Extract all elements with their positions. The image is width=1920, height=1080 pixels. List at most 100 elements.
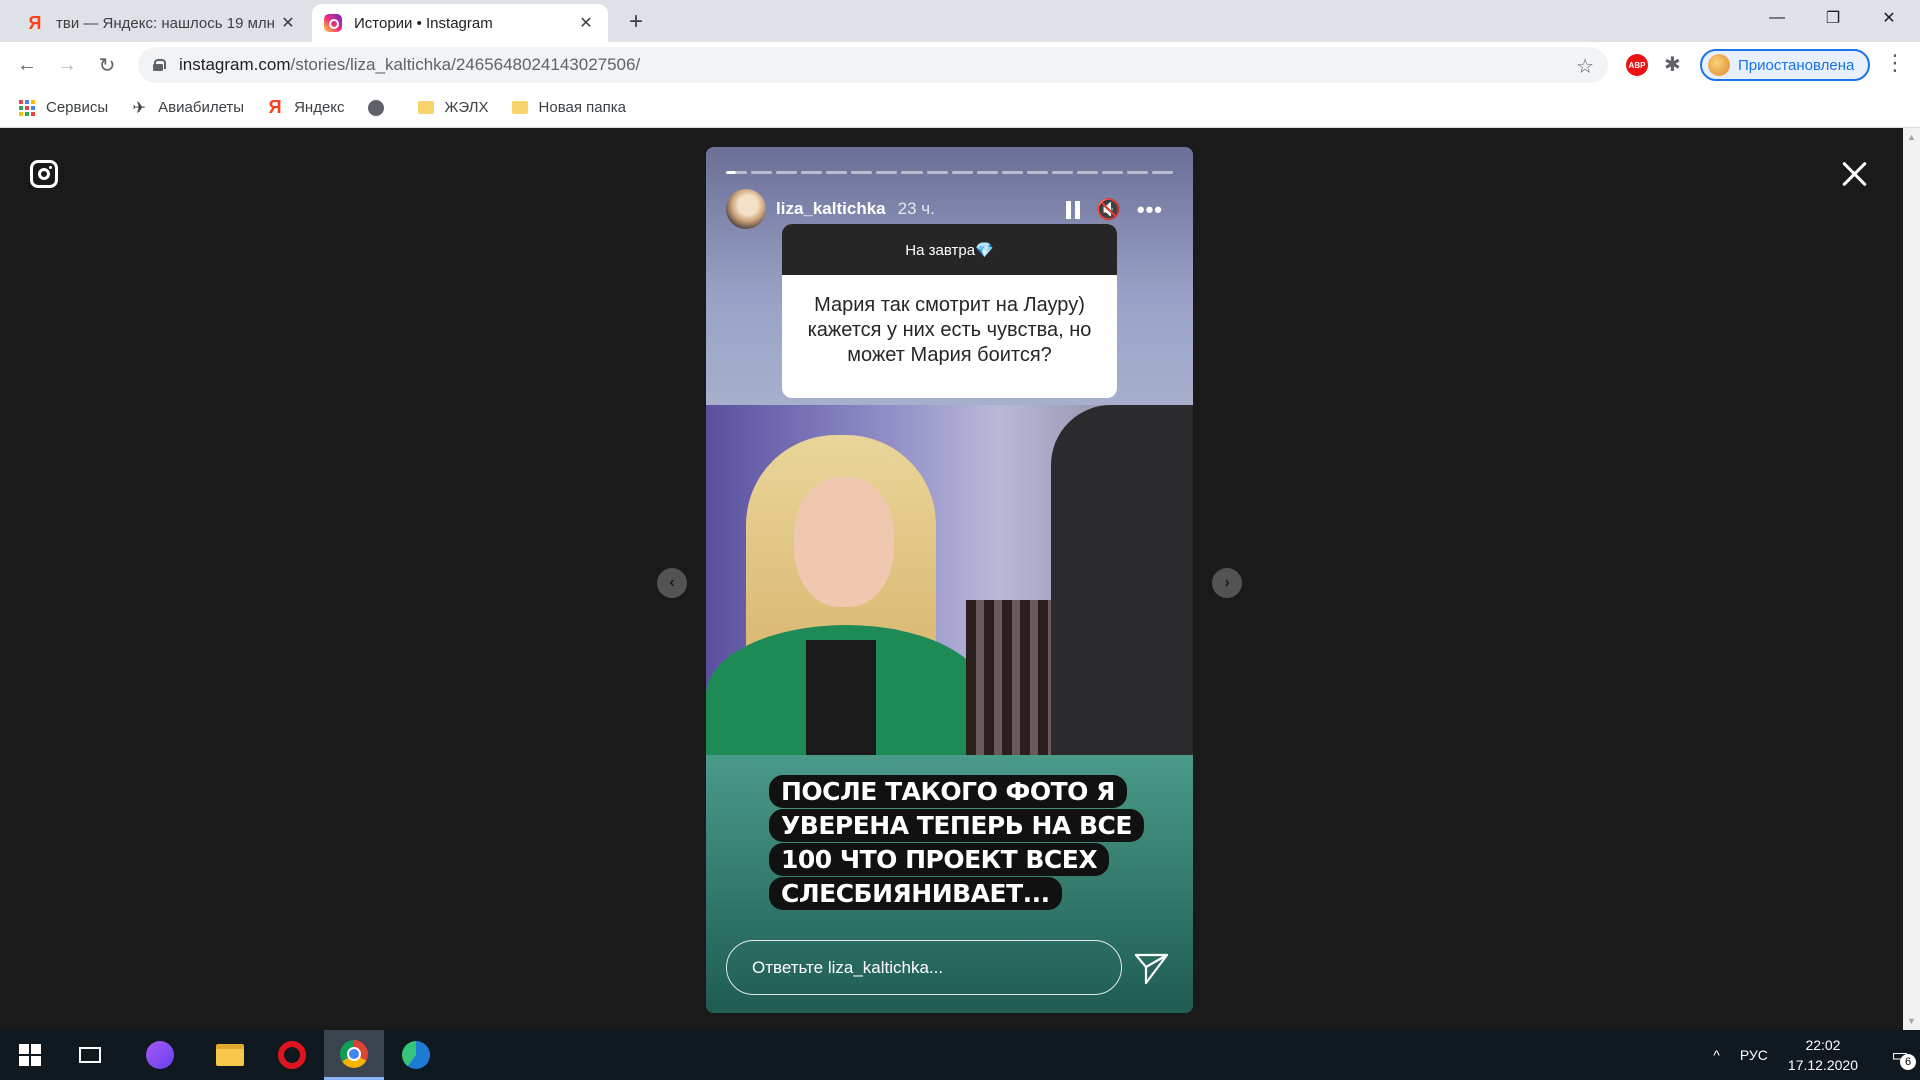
bookmark-star-icon[interactable]: ☆ <box>1576 54 1594 79</box>
progress-segment <box>726 171 748 174</box>
question-sticker: На завтра💎 Мария так смотрит на Лауру) к… <box>782 224 1117 398</box>
new-tab-button[interactable]: + <box>622 8 650 36</box>
bookmark-label: Новая папка <box>538 99 626 116</box>
chrome-icon <box>340 1039 368 1068</box>
bookmark-globe[interactable] <box>367 99 395 117</box>
bookmark-zhelh[interactable]: ЖЭЛХ <box>417 99 489 117</box>
folder-icon <box>511 99 529 117</box>
tab-bar: Я тви — Яндекс: нашлось 19 млн ✕ Истории… <box>0 0 1920 42</box>
bookmark-label: Сервисы <box>46 99 109 116</box>
tab-yandex-search[interactable]: Я тви — Яндекс: нашлось 19 млн ✕ <box>14 4 310 42</box>
progress-segment <box>1101 171 1123 174</box>
edge-icon <box>402 1041 430 1069</box>
page-scrollbar[interactable]: ▲ ▼ <box>1903 128 1920 1030</box>
lock-icon[interactable] <box>153 59 166 71</box>
address-bar[interactable]: instagram.com/stories/liza_kaltichka/246… <box>138 47 1608 83</box>
folder-icon <box>417 99 435 117</box>
progress-segment <box>1001 171 1023 174</box>
progress-segment <box>826 171 848 174</box>
progress-segment <box>901 171 923 174</box>
bookmark-aviabilety[interactable]: ✈ Авиабилеты <box>130 99 244 117</box>
progress-segment <box>776 171 798 174</box>
url-text[interactable]: instagram.com/stories/liza_kaltichka/246… <box>179 55 640 75</box>
adblock-extension-icon[interactable]: ABP <box>1626 54 1648 76</box>
progress-segment <box>926 171 948 174</box>
progress-segment <box>1051 171 1073 174</box>
taskbar-alice[interactable] <box>130 1030 190 1080</box>
scroll-down-icon[interactable]: ▼ <box>1907 1016 1916 1026</box>
profile-avatar <box>1708 54 1730 76</box>
close-stories-icon[interactable] <box>1838 158 1870 190</box>
task-view-icon <box>79 1047 101 1063</box>
taskbar-opera[interactable] <box>262 1030 322 1080</box>
extensions-puzzle-icon[interactable]: ✱ <box>1664 52 1681 77</box>
story-header: liza_kaltichka 23 ч. 🔇 ••• <box>726 189 1173 229</box>
action-center-button[interactable]: ▭ 6 <box>1880 1030 1920 1080</box>
reply-input[interactable]: Ответьте liza_kaltichka... <box>726 940 1122 995</box>
question-sticker-header: На завтра💎 <box>782 224 1117 275</box>
apps-grid-icon <box>18 99 36 117</box>
next-story-button[interactable]: › <box>1212 568 1242 598</box>
bookmark-services[interactable]: Сервисы <box>18 99 108 117</box>
bookmark-label: Авиабилеты <box>158 99 245 116</box>
plane-icon: ✈ <box>132 99 146 117</box>
profile-button[interactable]: Приостановлена <box>1700 49 1870 81</box>
windows-logo-icon <box>19 1044 41 1066</box>
tab-close-icon[interactable]: ✕ <box>576 13 596 33</box>
clock[interactable]: 22:02 17.12.2020 <box>1788 1035 1858 1075</box>
clock-time: 22:02 <box>1805 1037 1841 1053</box>
scroll-up-icon[interactable]: ▲ <box>1907 132 1916 142</box>
show-hidden-icons-chevron-icon[interactable]: ^ <box>1713 1047 1720 1063</box>
previous-story-button[interactable]: ‹ <box>657 568 687 598</box>
back-button[interactable]: ← <box>12 50 42 80</box>
progress-segment <box>801 171 823 174</box>
more-options-icon[interactable]: ••• <box>1137 198 1163 221</box>
notification-count-badge: 6 <box>1900 1054 1916 1070</box>
pause-icon[interactable] <box>1065 200 1080 219</box>
tab-title: Истории • Instagram <box>354 14 493 32</box>
instagram-favicon-icon <box>324 14 342 32</box>
start-button[interactable] <box>0 1030 60 1080</box>
story-timestamp: 23 ч. <box>897 199 935 218</box>
bookmark-label: ЖЭЛХ <box>444 99 489 116</box>
mute-icon[interactable]: 🔇 <box>1096 197 1121 222</box>
taskbar-file-explorer[interactable] <box>200 1030 260 1080</box>
task-view-button[interactable] <box>60 1030 120 1080</box>
minimize-button[interactable]: — <box>1750 0 1804 36</box>
yandex-icon: Я <box>268 97 282 117</box>
progress-segment <box>1152 171 1174 174</box>
progress-segment <box>976 171 998 174</box>
windows-taskbar: ^ РУС 22:02 17.12.2020 ▭ 6 <box>0 1030 1920 1080</box>
tab-instagram-stories[interactable]: Истории • Instagram ✕ <box>312 4 608 42</box>
taskbar-chrome[interactable] <box>324 1030 384 1080</box>
story-username[interactable]: liza_kaltichka <box>776 199 886 219</box>
browser-menu-icon[interactable]: ⋮ <box>1884 52 1906 74</box>
bookmark-new-folder[interactable]: Новая папка <box>511 99 626 117</box>
tab-close-icon[interactable]: ✕ <box>278 13 298 33</box>
yandex-favicon-icon: Я <box>28 12 42 33</box>
progress-segment <box>851 171 873 174</box>
bookmark-yandex[interactable]: Я Яндекс <box>266 97 345 117</box>
send-direct-icon[interactable] <box>1131 947 1171 987</box>
clock-date: 17.12.2020 <box>1787 1057 1858 1073</box>
browser-toolbar: ← → ↻ instagram.com/stories/liza_kaltich… <box>0 42 1920 88</box>
tab-title: тви — Яндекс: нашлось 19 млн <box>56 14 275 32</box>
taskbar-edge[interactable] <box>386 1030 446 1080</box>
story-card[interactable]: liza_kaltichka 23 ч. 🔇 ••• На завтра💎 Ма… <box>706 147 1193 1013</box>
maximize-button[interactable]: ❐ <box>1806 0 1860 36</box>
progress-segment <box>876 171 898 174</box>
reload-button[interactable]: ↻ <box>92 50 122 80</box>
story-caption-text: ПОСЛЕ ТАКОГО ФОТО Я УВЕРЕНА ТЕПЕРЬ НА ВС… <box>769 775 1144 910</box>
system-tray: ^ РУС 22:02 17.12.2020 ▭ 6 <box>1713 1030 1920 1080</box>
language-indicator[interactable]: РУС <box>1740 1047 1768 1063</box>
forward-button[interactable]: → <box>52 50 82 80</box>
bookmark-label: Яндекс <box>294 99 345 116</box>
question-sticker-text: Мария так смотрит на Лауру) кажется у ни… <box>807 294 1092 366</box>
file-explorer-icon <box>216 1044 244 1066</box>
story-progress-bar <box>726 171 1174 174</box>
globe-icon <box>367 99 385 117</box>
user-avatar[interactable] <box>726 189 766 229</box>
story-caption: ПОСЛЕ ТАКОГО ФОТО Я УВЕРЕНА ТЕПЕРЬ НА ВС… <box>769 775 1144 911</box>
close-window-button[interactable]: ✕ <box>1862 0 1916 36</box>
instagram-logo-icon[interactable] <box>30 160 58 188</box>
